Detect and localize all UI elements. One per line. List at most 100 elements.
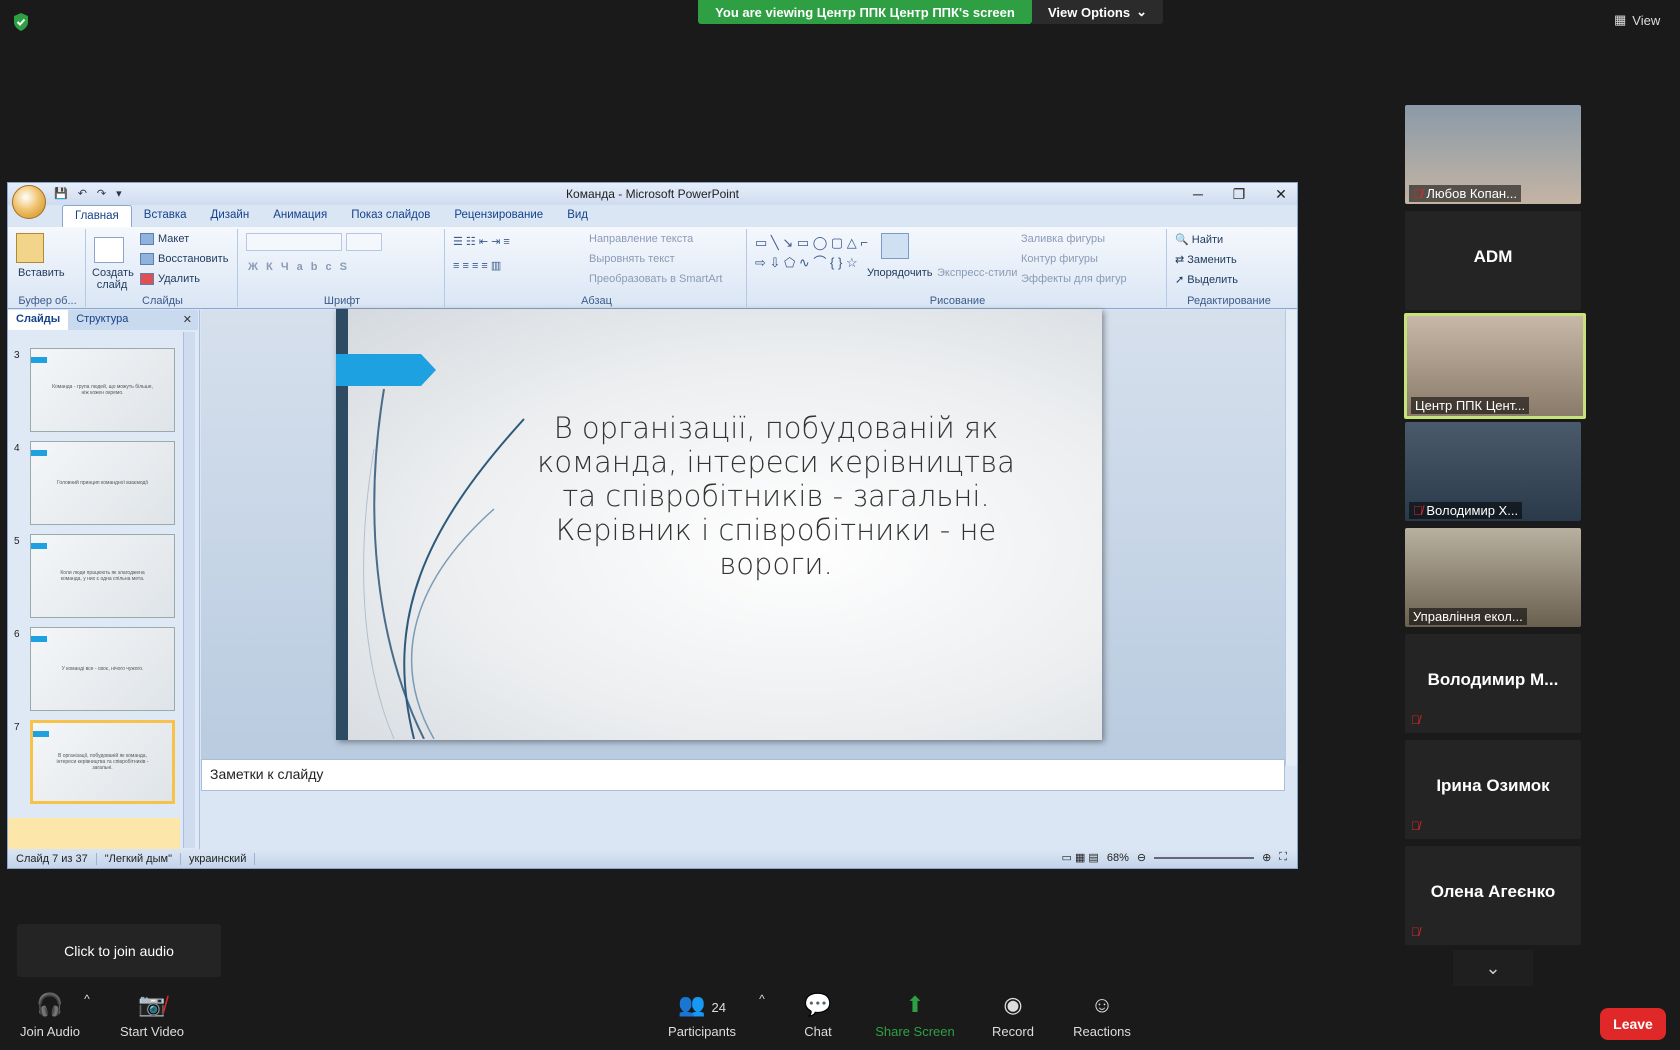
font-name-select[interactable]: [246, 233, 342, 251]
view-options-button[interactable]: View Options ⌄: [1032, 0, 1163, 24]
paste-button[interactable]: Вставить: [18, 267, 65, 279]
save-icon[interactable]: 💾: [54, 187, 68, 200]
view-layout-label: View: [1632, 12, 1661, 28]
zoom-controls: ▭ ▦ ▤ 68% ⊖ ⊕ ⛶: [1062, 851, 1287, 864]
slide-thumbnail[interactable]: Команда - група людей, що можуть більше,…: [30, 348, 175, 432]
find-label: Найти: [1191, 234, 1224, 246]
align-text-button[interactable]: Выровнять текст: [589, 253, 675, 265]
minimize-button[interactable]: ─: [1183, 185, 1213, 203]
slide-notes[interactable]: Заметки к слайду: [201, 759, 1285, 791]
slide-scrollbar[interactable]: [1285, 310, 1297, 766]
find-button[interactable]: 🔍 Найти: [1175, 233, 1223, 246]
shape-outline-button[interactable]: Контур фигуры: [1021, 253, 1098, 265]
quick-styles-button[interactable]: Экспресс-стили: [937, 267, 1017, 279]
tab-view[interactable]: Вид: [555, 205, 600, 227]
tab-home[interactable]: Главная: [62, 205, 132, 227]
tab-outline[interactable]: Структура: [68, 310, 136, 330]
thumbnail-text: В організації, побудованій як команда, і…: [56, 753, 149, 771]
shape-fill-button[interactable]: Заливка фигуры: [1021, 233, 1105, 245]
customize-qat-icon[interactable]: ▾: [116, 187, 122, 200]
participants-options-chevron-icon[interactable]: ^: [755, 992, 769, 1006]
zoom-slider[interactable]: [1154, 856, 1255, 859]
leave-button[interactable]: Leave: [1600, 1008, 1666, 1040]
slide-body-text[interactable]: В організації, побудованій як команда, і…: [516, 411, 1036, 581]
replace-button[interactable]: ⇄ Заменить: [1175, 253, 1237, 266]
participant-name: Володимир М...: [1427, 670, 1559, 689]
close-button[interactable]: ✕: [1266, 185, 1296, 203]
tab-slides[interactable]: Слайды: [8, 310, 69, 330]
grid-icon: ▦: [1614, 12, 1627, 27]
tab-design[interactable]: Дизайн: [199, 205, 262, 227]
align-buttons[interactable]: ≡ ≡ ≡ ≡ ▥: [453, 259, 501, 272]
view-layout-button[interactable]: ▦ View: [1614, 12, 1660, 28]
reset-button[interactable]: Восстановить: [140, 253, 228, 266]
participant-name: 🎙̸ Любов Копан...: [1409, 185, 1521, 202]
slide-accent-flag: [336, 354, 436, 386]
participant-name: 🎙̸ Володимир Х...: [1409, 502, 1523, 519]
editing-group: 🔍 Найти ⇄ Заменить ➚ Выделить Редактиров…: [1169, 229, 1289, 307]
text-direction-button[interactable]: Направление текста: [589, 233, 693, 245]
redo-icon[interactable]: ↷: [97, 187, 106, 200]
audio-options-chevron-icon[interactable]: ^: [80, 992, 94, 1006]
smartart-button[interactable]: Преобразовать в SmartArt: [589, 273, 722, 285]
zoom-out-icon[interactable]: ⊖: [1137, 851, 1146, 864]
start-video-button[interactable]: 📷̸ Start Video: [116, 992, 188, 1039]
participant-tile[interactable]: Олена Агеєнко 🎙̸: [1405, 846, 1581, 945]
thumbnail-number: 6: [14, 629, 20, 640]
participant-name-text: Володимир Х...: [1426, 503, 1519, 518]
thumbnail-text: Команда - група людей, що можуть більше,…: [52, 384, 153, 396]
layout-button[interactable]: Макет: [140, 233, 189, 246]
tab-animation[interactable]: Анимация: [261, 205, 339, 227]
share-screen-button[interactable]: ⬆ Share Screen: [872, 992, 958, 1039]
participant-tile[interactable]: Володимир М... 🎙̸: [1405, 634, 1581, 733]
participants-icon: 👥 24: [678, 992, 726, 1017]
join-audio-button[interactable]: 🎧 Join Audio: [18, 992, 82, 1039]
tab-slideshow[interactable]: Показ слайдов: [339, 205, 442, 227]
zoom-in-icon[interactable]: ⊕: [1262, 851, 1271, 864]
tab-review[interactable]: Рецензирование: [442, 205, 555, 227]
participant-tile-active-speaker[interactable]: Центр ППК Цент...: [1404, 313, 1586, 419]
slide-thumbnail[interactable]: Головний принцип командної взаємодії: [30, 441, 175, 525]
delete-button[interactable]: Удалить: [140, 273, 200, 286]
slide-thumbnail[interactable]: Коли люди працюють як злагоджена команда…: [30, 534, 175, 618]
slide-thumbnail[interactable]: У команді все - своє, нічого чужого.: [30, 627, 175, 711]
reactions-button[interactable]: ☺ Reactions: [1072, 992, 1132, 1039]
participant-tile[interactable]: Управління екол...: [1405, 528, 1581, 627]
chevron-down-icon[interactable]: ⌄: [1453, 950, 1533, 986]
thumbnails-scrollbar[interactable]: [183, 332, 195, 848]
participants-button[interactable]: 👥 24 Participants: [664, 992, 740, 1039]
current-slide[interactable]: В організації, побудованій як команда, і…: [336, 309, 1102, 740]
start-video-label: Start Video: [119, 1024, 185, 1039]
binoculars-icon: 🔍: [1175, 234, 1192, 246]
arrange-button[interactable]: Упорядочить: [867, 267, 932, 279]
join-audio-tooltip: Click to join audio: [17, 924, 221, 977]
language-indicator[interactable]: украинский: [181, 852, 256, 865]
new-slide-button[interactable]: Создать слайд: [92, 267, 134, 291]
participant-tile[interactable]: ADM: [1405, 211, 1581, 310]
restore-button[interactable]: ❐: [1224, 185, 1254, 203]
view-buttons[interactable]: ▭ ▦ ▤: [1062, 851, 1099, 864]
security-shield-icon[interactable]: [12, 12, 30, 32]
participant-tile[interactable]: 🎙̸ Любов Копан...: [1405, 105, 1581, 204]
list-buttons[interactable]: ☰ ☷ ⇤ ⇥ ≡: [453, 235, 510, 248]
participant-tile[interactable]: Ірина Озимок 🎙̸: [1405, 740, 1581, 839]
zoom-level[interactable]: 68%: [1107, 852, 1129, 864]
font-size-select[interactable]: [346, 233, 382, 251]
reactions-label: Reactions: [1073, 1024, 1131, 1039]
font-group-label: Шрифт: [323, 295, 361, 307]
select-button[interactable]: ➚ Выделить: [1175, 273, 1238, 286]
shape-effects-button[interactable]: Эффекты для фигур: [1021, 273, 1127, 285]
undo-icon[interactable]: ↶: [78, 187, 87, 200]
slide-thumbnail-selected[interactable]: В організації, побудованій як команда, і…: [30, 720, 175, 804]
font-format-buttons[interactable]: ЖКЧabcS: [248, 261, 355, 273]
tab-insert[interactable]: Вставка: [132, 205, 199, 227]
participant-tile[interactable]: 🎙̸ Володимир Х...: [1405, 422, 1581, 521]
decorative-curves: [363, 389, 525, 739]
shapes-gallery[interactable]: ▭ ╲ ↘ ▭ ◯ ▢ △ ⌐ ⇨ ⇩ ⬠ ∿ ⌒ { } ☆: [755, 233, 871, 273]
clipboard-group: Вставить Буфер об...: [10, 229, 86, 307]
fit-window-icon[interactable]: ⛶: [1279, 851, 1287, 864]
close-panel-icon[interactable]: ✕: [177, 310, 198, 330]
replace-icon: ⇄: [1175, 254, 1188, 266]
chat-button[interactable]: 💬 Chat: [798, 992, 838, 1039]
record-button[interactable]: ◉ Record: [986, 992, 1040, 1039]
